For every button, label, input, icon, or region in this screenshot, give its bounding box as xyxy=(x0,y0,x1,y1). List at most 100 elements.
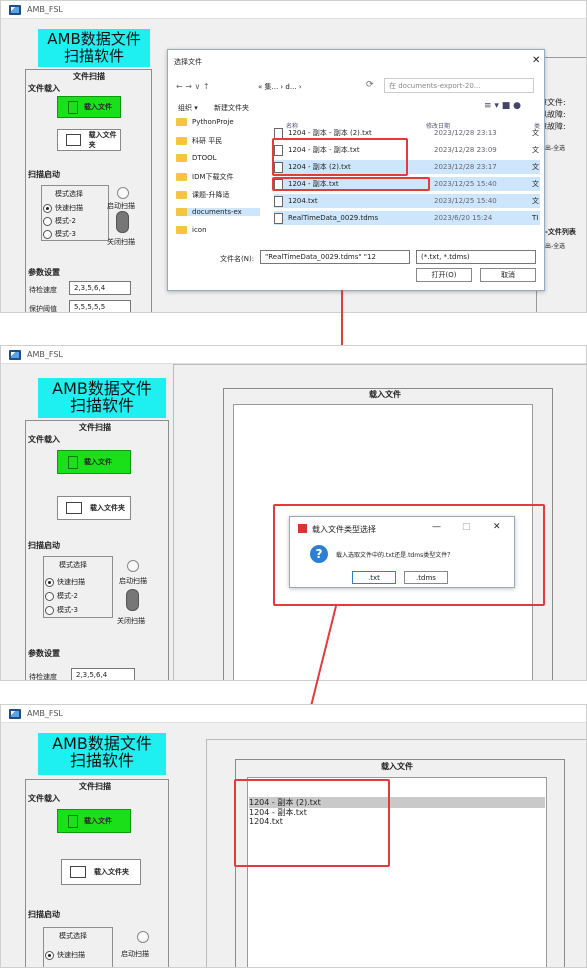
file-row[interactable]: RealTimeData_0029.tdms 2023/6/20 15:24 TI xyxy=(274,211,540,225)
param-settings-title: 参数设置 xyxy=(28,268,60,277)
start-scan-label: 启动扫描 xyxy=(119,577,147,585)
file-open-dialog: 选择文件 ✕ ← → ∨ ↑ « 集... › d... › ⟳ 在 docum… xyxy=(167,49,545,291)
radio-mode-3[interactable]: 模式-3 xyxy=(45,605,78,615)
new-folder-button[interactable]: 新建文件夹 xyxy=(214,103,249,113)
folder-icon xyxy=(66,134,81,146)
scan-start-title: 扫描启动 xyxy=(28,170,60,179)
header-line1: AMB数据文件 xyxy=(47,30,141,48)
stop-scan-label: 关闭扫描 xyxy=(107,238,135,246)
file-scan-title: 文件扫描 xyxy=(73,72,105,81)
stop-scan-label: 关闭扫描 xyxy=(117,617,145,625)
protect-threshold-label: 保护阈值 xyxy=(29,305,57,313)
radio-fast-scan[interactable]: 快速扫描 xyxy=(45,950,85,960)
nav-item[interactable]: 科研 平民 xyxy=(176,136,260,146)
file-icon xyxy=(274,195,283,207)
titlebar: AMB_FSL xyxy=(1,346,586,364)
address-bar[interactable]: « 集... › d... › xyxy=(258,82,302,92)
app-icon xyxy=(9,709,21,719)
file-row[interactable]: 1204.txt 2023/12/25 15:40 文 xyxy=(274,194,540,208)
folder-icon xyxy=(176,137,187,145)
app-header: AMB数据文件 扫描软件 xyxy=(38,733,166,775)
load-folder-label: 载入文件夹 xyxy=(88,131,117,149)
start-scan-indicator xyxy=(137,931,149,943)
file-icon xyxy=(274,212,283,224)
filename-label: 文件名(N): xyxy=(220,255,255,263)
view-icons[interactable]: ≡ ▾ ■ ● xyxy=(484,101,521,111)
protect-threshold-input[interactable]: 5,5,5,5,5 xyxy=(69,300,131,312)
file-icon xyxy=(68,100,78,114)
file-load-title: 文件载入 xyxy=(28,794,60,803)
load-panel-title: 载入文件 xyxy=(369,390,401,399)
scan-start-title: 扫描启动 xyxy=(28,910,60,919)
app-header: AMB数据文件 扫描软件 xyxy=(38,29,150,67)
nav-arrows-icon[interactable]: ← → ∨ ↑ xyxy=(176,82,210,91)
start-scan-indicator xyxy=(127,560,139,572)
wait-speed-input[interactable]: 2,3,5,6,4 xyxy=(71,668,135,680)
radio-fast-scan[interactable]: 快速扫描 xyxy=(45,577,85,587)
screenshot-1: AMB_FSL AMB数据文件 扫描软件 文件扫描 文件载入 载入文件 载入文件… xyxy=(0,0,587,313)
start-scan-label: 启动扫描 xyxy=(121,950,149,958)
folder-icon xyxy=(176,191,187,199)
dialog-title: 选择文件 xyxy=(174,58,202,66)
app-icon xyxy=(9,5,21,15)
radio-mode-2[interactable]: 模式-2 xyxy=(45,591,78,601)
highlight-loaded-files xyxy=(234,779,390,867)
file-load-title: 文件载入 xyxy=(28,84,60,93)
folder-icon xyxy=(176,173,187,181)
folder-icon xyxy=(176,154,187,162)
search-input[interactable]: 在 documents-export-20... xyxy=(384,78,534,93)
refresh-icon[interactable]: ⟳ xyxy=(366,80,374,90)
titlebar: AMB_FSL xyxy=(1,1,586,19)
file-type-filter[interactable]: (*.txt, *.tdms) xyxy=(416,250,536,264)
file-load-title: 文件载入 xyxy=(28,435,60,444)
close-icon[interactable]: ✕ xyxy=(532,55,540,66)
file-scan-title: 文件扫描 xyxy=(79,423,111,432)
open-button[interactable]: 打开(O) xyxy=(416,268,472,282)
cancel-button[interactable]: 取消 xyxy=(480,268,536,282)
scan-toggle[interactable] xyxy=(116,211,129,233)
mode-select-title: 模式选择 xyxy=(55,190,83,198)
start-scan-label: 启动扫描 xyxy=(107,202,135,210)
nav-item[interactable]: 课题-升降适 xyxy=(176,190,260,200)
highlight-type-dialog xyxy=(273,504,545,606)
load-file-label: 载入文件 xyxy=(84,103,112,111)
scan-start-title: 扫描启动 xyxy=(28,541,60,550)
scan-toggle[interactable] xyxy=(126,589,139,611)
mode-select-title: 模式选择 xyxy=(59,561,87,569)
load-file-button[interactable]: 载入文件 xyxy=(57,450,131,474)
wait-speed-label: 待检速度 xyxy=(29,673,57,681)
folder-icon xyxy=(176,118,187,126)
folder-icon xyxy=(176,208,187,216)
nav-item[interactable]: documents-ex xyxy=(176,208,260,216)
header-line2: 扫描软件 xyxy=(63,47,124,65)
nav-item[interactable]: PythonProje xyxy=(176,118,260,126)
radio-mode-3[interactable]: 模式-3 xyxy=(43,229,76,239)
mode-select-title: 模式选择 xyxy=(59,932,87,940)
wait-speed-input[interactable]: 2,3,5,6,4 xyxy=(69,281,131,295)
load-panel-title: 载入文件 xyxy=(381,762,413,771)
radio-fast-scan[interactable]: 快速扫描 xyxy=(43,203,83,213)
param-settings-title: 参数设置 xyxy=(28,649,60,658)
nav-item[interactable]: icon xyxy=(176,226,260,234)
load-folder-button[interactable]: 载入文件夹 xyxy=(57,496,131,520)
folder-icon xyxy=(176,226,187,234)
organize-menu[interactable]: 组织 ▾ xyxy=(178,103,198,113)
filename-input[interactable]: "RealTimeData_0029.tdms" "12 xyxy=(260,250,410,264)
highlight-selected-files xyxy=(272,138,408,176)
app-title: AMB_FSL xyxy=(27,5,63,14)
titlebar: AMB_FSL xyxy=(1,705,586,723)
load-file-button[interactable]: 载入文件 xyxy=(57,809,131,833)
app-header: AMB数据文件 扫描软件 xyxy=(38,378,166,418)
nav-item[interactable]: IDM下载文件 xyxy=(176,172,260,182)
load-folder-button[interactable]: 载入文件夹 xyxy=(57,129,121,151)
wait-speed-label: 待检速度 xyxy=(29,286,57,294)
start-scan-indicator xyxy=(117,187,129,199)
file-scan-title: 文件扫描 xyxy=(79,782,111,791)
app-title: AMB_FSL xyxy=(27,350,63,359)
app-title: AMB_FSL xyxy=(27,709,63,718)
load-file-button[interactable]: 载入文件 xyxy=(57,96,121,118)
screenshot-3: AMB_FSL AMB数据文件 扫描软件 文件扫描 文件载入 载入文件 载入文件… xyxy=(0,704,587,968)
nav-item[interactable]: DTOOL xyxy=(176,154,260,162)
load-folder-button[interactable]: 载入文件夹 xyxy=(61,859,141,885)
radio-mode-2[interactable]: 模式-2 xyxy=(43,216,76,226)
